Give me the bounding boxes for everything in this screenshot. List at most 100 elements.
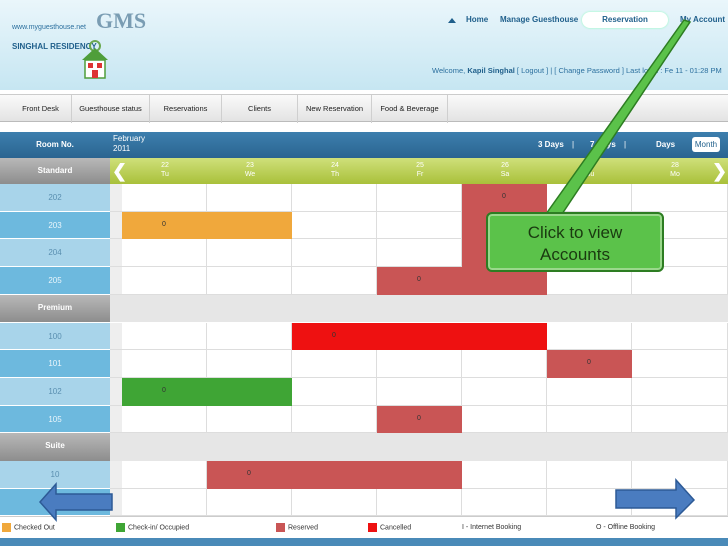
day-cell[interactable] xyxy=(207,239,292,268)
view-3-days[interactable]: 3 Days xyxy=(538,132,564,158)
day-cell[interactable] xyxy=(207,488,292,517)
day-cell[interactable] xyxy=(377,350,462,378)
day-cell[interactable] xyxy=(377,377,462,406)
room-row xyxy=(0,488,728,517)
day-cell[interactable] xyxy=(547,488,632,517)
nav-home[interactable]: Home xyxy=(466,12,492,28)
room-label[interactable] xyxy=(0,488,110,517)
day-cell[interactable] xyxy=(377,211,462,240)
room-label[interactable]: 105 xyxy=(0,405,110,434)
day-cell[interactable] xyxy=(547,322,632,351)
view-days[interactable]: Days xyxy=(656,132,675,158)
menu-front-desk[interactable]: Front Desk xyxy=(10,95,72,123)
category-fill xyxy=(110,294,728,323)
booking-reserved[interactable]: 0 xyxy=(377,405,462,434)
booking-cancelled[interactable]: 0 xyxy=(292,322,547,351)
category-suite: Suite xyxy=(0,433,728,461)
menu-food-beverage[interactable]: Food & Beverage xyxy=(372,95,448,123)
nav-my-account[interactable]: My Account xyxy=(680,12,726,28)
day-cell[interactable] xyxy=(207,322,292,351)
day-cell[interactable] xyxy=(122,405,207,434)
day-cell[interactable] xyxy=(632,350,728,378)
day-cell[interactable] xyxy=(377,184,462,212)
day-cell[interactable] xyxy=(292,405,377,434)
day-cell[interactable] xyxy=(462,377,547,406)
day-cell[interactable] xyxy=(207,184,292,212)
day-cell[interactable] xyxy=(122,239,207,268)
day-cell[interactable] xyxy=(207,350,292,378)
room-row: 10 0 xyxy=(0,461,728,489)
room-row: 100 0 xyxy=(0,322,728,351)
day-cell[interactable] xyxy=(632,184,728,212)
day-cell[interactable] xyxy=(547,461,632,489)
day-cell[interactable] xyxy=(122,350,207,378)
day-cell[interactable] xyxy=(292,184,377,212)
day-cell[interactable] xyxy=(377,239,462,268)
category-label: Standard xyxy=(37,166,73,175)
day-cell[interactable] xyxy=(122,461,207,489)
day-cell[interactable] xyxy=(632,405,728,434)
account-links[interactable]: [ Logout ] | [ Change Password ] Last lo… xyxy=(517,66,673,75)
day-cell[interactable] xyxy=(207,267,292,295)
row-gutter xyxy=(110,405,122,434)
row-gutter xyxy=(110,488,122,517)
menu-clients[interactable]: Clients xyxy=(222,95,298,123)
site-url: www.myguesthouse.net xyxy=(12,24,86,31)
room-label[interactable]: 205 xyxy=(0,267,110,295)
day-cell[interactable] xyxy=(292,239,377,268)
day-cell[interactable] xyxy=(547,184,632,212)
view-separator: | xyxy=(624,140,627,149)
day-cell[interactable] xyxy=(207,405,292,434)
room-label[interactable]: 204 xyxy=(0,239,110,268)
day-cell[interactable] xyxy=(292,488,377,517)
day-cell[interactable] xyxy=(292,377,377,406)
room-label[interactable]: 100 xyxy=(0,322,110,351)
booking-checked-in[interactable]: 0 xyxy=(122,377,292,406)
day-cell[interactable] xyxy=(632,488,728,517)
day-cell[interactable] xyxy=(632,322,728,351)
day-cell[interactable] xyxy=(462,405,547,434)
legend-internet-booking: I - Internet Booking xyxy=(462,524,522,531)
day-cell[interactable] xyxy=(122,184,207,212)
category-standard: Standard xyxy=(0,158,110,184)
room-label[interactable]: 203 xyxy=(0,211,110,240)
day-cell[interactable] xyxy=(377,488,462,517)
date-col-24: 24 Th xyxy=(330,162,340,178)
day-cell[interactable] xyxy=(122,267,207,295)
menu-guesthouse-status[interactable]: Guesthouse status xyxy=(72,95,150,123)
view-7-days[interactable]: 7 Days xyxy=(590,132,616,158)
app-header: www.myguesthouse.net GMS SINGHAL RESIDEN… xyxy=(0,0,728,90)
day-cell[interactable] xyxy=(547,377,632,406)
date-col-25: 25 Fr xyxy=(416,162,424,178)
room-label[interactable]: 101 xyxy=(0,350,110,378)
day-cell[interactable] xyxy=(462,350,547,378)
swatch-icon xyxy=(276,523,285,532)
legend-checked-out: Checked Out xyxy=(2,523,55,533)
menu-reservations[interactable]: Reservations xyxy=(150,95,222,123)
booking-reserved[interactable]: 0 xyxy=(547,350,632,378)
view-month[interactable]: Month xyxy=(692,137,720,152)
day-cell[interactable] xyxy=(462,488,547,517)
room-label[interactable]: 10 xyxy=(0,461,110,489)
day-cell[interactable] xyxy=(632,461,728,489)
calendar-header: Room No. February 2011 3 Days | 7 Days |… xyxy=(0,132,728,158)
nav-reservation[interactable]: Reservation xyxy=(582,12,668,28)
booking-checked-out[interactable]: 0 xyxy=(122,211,292,240)
booking-reserved[interactable]: 0 xyxy=(207,461,462,489)
day-cell[interactable] xyxy=(292,267,377,295)
menu-new-reservation[interactable]: New Reservation xyxy=(298,95,372,123)
booking-reserved[interactable]: 0 xyxy=(462,184,547,212)
room-label[interactable]: 102 xyxy=(0,377,110,406)
day-cell[interactable] xyxy=(122,322,207,351)
day-cell[interactable] xyxy=(122,488,207,517)
room-row: 102 0 xyxy=(0,377,728,406)
day-cell[interactable] xyxy=(632,377,728,406)
day-cell[interactable] xyxy=(547,405,632,434)
day-cell[interactable] xyxy=(292,211,377,240)
day-cell[interactable] xyxy=(462,461,547,489)
room-label[interactable]: 202 xyxy=(0,184,110,212)
day-cell[interactable] xyxy=(292,350,377,378)
legend-checked-in: Check-in/ Occupied xyxy=(116,523,189,533)
brand-logo[interactable]: GMS xyxy=(96,8,146,34)
nav-manage-guesthouse[interactable]: Manage Guesthouse xyxy=(500,12,580,28)
